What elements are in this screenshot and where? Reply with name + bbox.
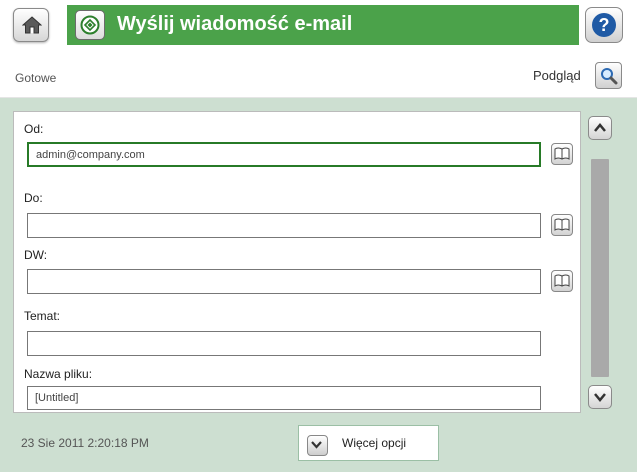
filename-value: [Untitled] — [35, 392, 79, 404]
preview-label: Podgląd — [533, 68, 581, 83]
status-row: Gotowe Podgląd — [0, 50, 637, 98]
chevron-down-icon — [594, 393, 606, 402]
form-area: Od: admin@company.com Do: DW: Temat: Naz… — [0, 98, 637, 426]
magnifier-icon — [601, 68, 618, 85]
more-options-button[interactable]: Więcej opcji — [298, 425, 439, 461]
scan-to-email-button — [75, 10, 105, 40]
from-field[interactable]: admin@company.com — [27, 142, 541, 167]
header-bar: Wyślij wiadomość e-mail ? — [0, 0, 637, 50]
address-book-icon — [554, 274, 570, 287]
scroll-up-button[interactable] — [588, 116, 612, 140]
datetime: 23 Sie 2011 2:20:18 PM — [21, 436, 149, 450]
scan-to-email-icon — [80, 15, 100, 35]
from-value: admin@company.com — [36, 149, 145, 161]
cc-label: DW: — [24, 248, 48, 262]
filename-label: Nazwa pliku: — [24, 367, 93, 381]
page-title: Wyślij wiadomość e-mail — [117, 13, 353, 35]
filename-field[interactable]: [Untitled] — [27, 386, 541, 410]
address-book-icon — [554, 218, 570, 231]
title-bar: Wyślij wiadomość e-mail — [67, 5, 579, 45]
scrollbar-track[interactable] — [591, 159, 609, 377]
address-book-icon — [554, 147, 570, 160]
to-address-book-button[interactable] — [551, 214, 573, 236]
from-address-book-button[interactable] — [551, 143, 573, 165]
chevron-up-icon — [594, 123, 606, 132]
home-icon — [22, 16, 42, 34]
bottom-bar: 23 Sie 2011 2:20:18 PM Więcej opcji — [0, 425, 637, 472]
from-label: Od: — [24, 122, 44, 136]
cc-address-book-button[interactable] — [551, 270, 573, 292]
home-button[interactable] — [13, 8, 49, 42]
email-form-panel: Od: admin@company.com Do: DW: Temat: Naz… — [13, 111, 581, 413]
help-button[interactable]: ? — [585, 7, 623, 43]
to-label: Do: — [24, 191, 43, 205]
preview-button[interactable] — [595, 62, 622, 89]
help-icon: ? — [592, 13, 616, 37]
chevron-down-icon — [307, 435, 328, 456]
more-options-label: Więcej opcji — [342, 436, 407, 450]
cc-field[interactable] — [27, 269, 541, 294]
scroll-down-button[interactable] — [588, 385, 612, 409]
subject-label: Temat: — [24, 309, 61, 323]
subject-field[interactable] — [27, 331, 541, 356]
status-text: Gotowe — [15, 71, 57, 85]
to-field[interactable] — [27, 213, 541, 238]
